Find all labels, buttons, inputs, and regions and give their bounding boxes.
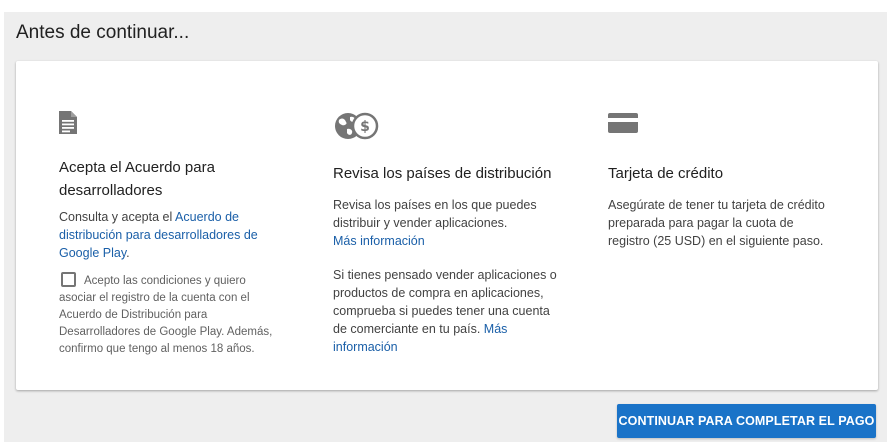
consent-label[interactable]: Acepto las condiciones y quiero asociar … (59, 275, 272, 355)
agreement-heading: Acepta el Acuerdo para desarrolladores (59, 159, 215, 199)
svg-text:$: $ (360, 119, 370, 135)
globe-dollar-icon: $ (333, 111, 379, 146)
consent-row: Acepto las condiciones y quiero asociar … (59, 272, 285, 358)
distribution-paragraph-1: Revisa los países en los que puedes dist… (333, 196, 563, 250)
distribution-p2-text: Si tienes pensado vender aplicaciones o … (333, 268, 557, 336)
credit-card-description: Asegúrate de tener tu tarjeta de crédito… (608, 198, 825, 248)
page-title: Antes de continuar... (16, 22, 190, 43)
credit-card-icon (608, 113, 638, 138)
agreement-text-prefix: Consulta y acepta el (59, 210, 176, 224)
agreement-description: Consulta y acepta el Acuerdo de distribu… (59, 208, 264, 262)
distribution-more-info-link-1[interactable]: Más información (333, 234, 425, 248)
consent-checkbox[interactable] (61, 272, 76, 287)
document-icon (59, 111, 77, 139)
distribution-p1-text: Revisa los países en los que puedes dist… (333, 198, 537, 230)
distribution-paragraph-2: Si tienes pensado vender aplicaciones o … (333, 266, 565, 356)
requirements-card: Acepta el Acuerdo para desarrolladores C… (16, 61, 878, 390)
credit-card-heading: Tarjeta de crédito (608, 165, 724, 182)
continue-to-payment-button[interactable]: CONTINUAR PARA COMPLETAR EL PAGO (617, 404, 876, 438)
distribution-heading: Revisa los países de distribución (333, 165, 552, 182)
agreement-text-suffix: . (126, 246, 130, 260)
